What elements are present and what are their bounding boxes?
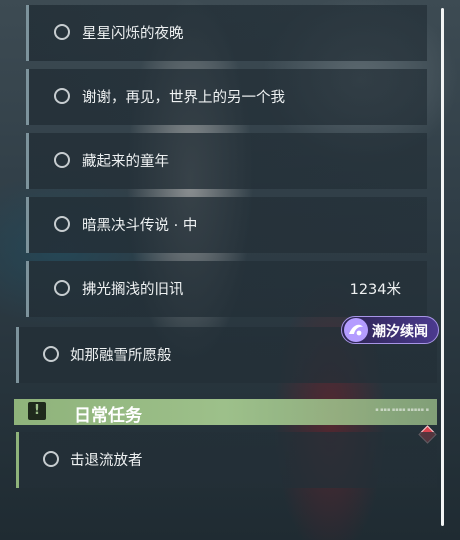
quest-label: 暗黑决斗传说 · 中 (82, 218, 198, 234)
quest-status-circle-icon (54, 152, 70, 168)
quest-item[interactable]: 谢谢，再见，世界上的另一个我 (26, 69, 427, 125)
event-badge[interactable]: 潮汐续闻 (341, 316, 439, 344)
quest-status-circle-icon (43, 451, 59, 467)
quest-item[interactable]: 暗黑决斗传说 · 中 (26, 197, 427, 253)
daily-quests-header[interactable]: ! 日常任务 ▪ ▪▪▪ ▪▪▪▪ ▪▪▪▪▪ ▪ (14, 399, 437, 426)
header-decoration: ▪ ▪▪▪ ▪▪▪▪ ▪▪▪▪▪ ▪ (375, 407, 429, 413)
quest-label: 星星闪烁的夜晚 (82, 26, 184, 42)
quest-item[interactable]: 拂光搁浅的旧讯 1234米 (26, 261, 427, 317)
daily-quests-title: 日常任务 (74, 406, 142, 426)
quest-label: 击退流放者 (70, 453, 143, 469)
quest-status-circle-icon (43, 346, 59, 362)
quest-status-circle-icon (54, 88, 70, 104)
quest-status-circle-icon (54, 216, 70, 232)
quest-label: 藏起来的童年 (82, 154, 169, 170)
quest-label: 谢谢，再见，世界上的另一个我 (82, 90, 285, 106)
daily-quest-item[interactable]: 击退流放者 (16, 432, 437, 488)
exclamation-icon: ! (28, 402, 46, 420)
tide-swirl-icon (344, 318, 368, 342)
quest-status-circle-icon (54, 24, 70, 40)
quest-label: 如那融雪所愿般 (70, 348, 172, 364)
quest-label: 拂光搁浅的旧讯 (82, 282, 184, 298)
quest-status-circle-icon (54, 280, 70, 296)
quest-distance: 1234米 (349, 282, 401, 298)
quest-item[interactable]: 藏起来的童年 (26, 133, 427, 189)
event-badge-label: 潮汐续闻 (372, 324, 428, 340)
scrollbar[interactable] (441, 8, 444, 526)
quest-item[interactable]: 星星闪烁的夜晚 (26, 5, 427, 61)
